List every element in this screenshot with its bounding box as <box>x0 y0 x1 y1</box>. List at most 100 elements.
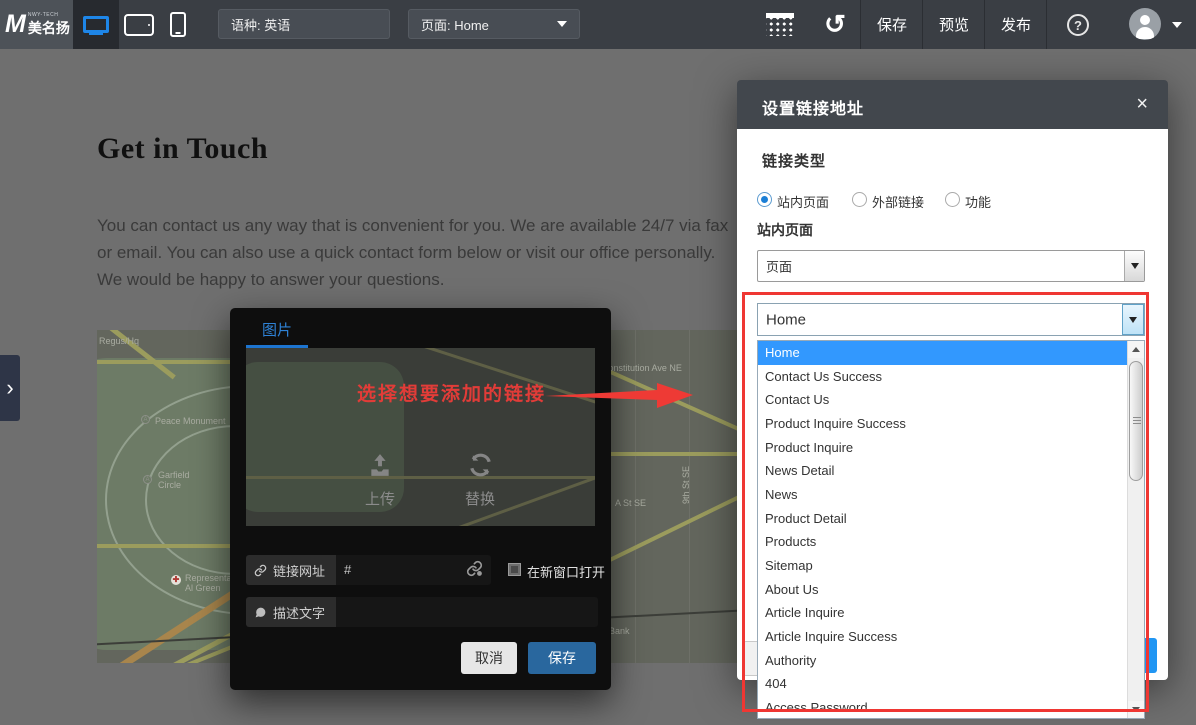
radio-external-link[interactable] <box>852 192 867 207</box>
image-preview: 上传 替换 <box>246 348 595 526</box>
option-item[interactable]: Home <box>758 341 1144 365</box>
option-item[interactable]: Sitemap <box>758 554 1144 578</box>
page-select[interactable]: Home <box>757 303 1145 336</box>
replace-label: 替换 <box>440 488 520 509</box>
link-settings-modal: 设置链接地址 × 链接类型 站内页面 外部链接 功能 站内页面 页面 Home <box>737 80 1168 680</box>
save-button[interactable]: 保存 <box>528 642 596 674</box>
radio-function[interactable] <box>945 192 960 207</box>
scrollbar-thumb[interactable] <box>1129 361 1143 481</box>
page-category-select[interactable]: 页面 <box>757 250 1145 282</box>
description-input[interactable] <box>336 597 598 627</box>
option-item[interactable]: About Us <box>758 578 1144 602</box>
option-item[interactable]: 404 <box>758 672 1144 696</box>
publish-button[interactable]: 发布 <box>986 0 1046 49</box>
modal-title: 设置链接地址 <box>762 95 864 119</box>
triangle-up-icon <box>1132 347 1140 352</box>
map-cross-marker-icon: ✚ <box>171 575 181 585</box>
paragraph-line: You can contact us any way that is conve… <box>97 212 797 239</box>
map-label: Regus/Hq <box>99 336 139 346</box>
option-item[interactable]: News <box>758 483 1144 507</box>
page-heading: Get in Touch <box>97 132 268 166</box>
map-label: Constitution Ave NE <box>602 363 682 373</box>
map-marker-icon: A <box>143 475 152 484</box>
triangle-down-icon <box>1132 707 1140 712</box>
map-label: 9th St SE <box>681 466 691 504</box>
sidebar-expand-button[interactable]: › <box>0 355 20 421</box>
page-selector[interactable]: 页面: Home <box>408 9 580 39</box>
avatar[interactable] <box>1129 8 1161 40</box>
description-label: 描述文字 <box>246 597 336 627</box>
tablet-icon <box>124 14 154 36</box>
scrollbar[interactable] <box>1127 341 1144 718</box>
radio-site-page[interactable] <box>757 192 772 207</box>
option-item[interactable]: Product Inquire <box>758 436 1144 460</box>
option-item[interactable]: Article Inquire Success <box>758 625 1144 649</box>
option-item[interactable]: Products <box>758 530 1144 554</box>
help-icon[interactable]: ? <box>1067 14 1089 36</box>
close-icon[interactable]: × <box>1136 92 1148 116</box>
account-chevron-down-icon[interactable] <box>1172 22 1182 28</box>
option-item[interactable]: Contact Us <box>758 388 1144 412</box>
option-item[interactable]: News Detail <box>758 459 1144 483</box>
scroll-up-button[interactable] <box>1128 341 1144 358</box>
language-selector[interactable]: 语种: 英语 <box>218 9 390 39</box>
upload-button[interactable]: 上传 <box>340 452 420 509</box>
annotation-text: 选择想要添加的链接 <box>357 379 546 406</box>
cancel-button[interactable]: 取消 <box>461 642 517 674</box>
open-new-window-checkbox[interactable] <box>508 563 521 576</box>
radio-external-link-label[interactable]: 外部链接 <box>872 192 924 211</box>
tab-image[interactable]: 图片 <box>262 319 292 340</box>
upload-icon <box>367 452 393 478</box>
option-item[interactable]: Product Detail <box>758 507 1144 531</box>
radio-function-label[interactable]: 功能 <box>965 192 991 211</box>
option-item[interactable]: Article Inquire <box>758 601 1144 625</box>
map-label: A St SE <box>615 498 646 508</box>
preview-map-road <box>246 476 595 479</box>
device-phone-tab[interactable] <box>159 0 197 49</box>
replace-icon <box>467 452 494 478</box>
chevron-down-icon <box>557 21 567 27</box>
toolbar-divider <box>922 0 923 49</box>
select-dropdown-button[interactable] <box>1122 304 1144 335</box>
desktop-icon <box>83 16 109 33</box>
chevron-down-icon <box>1131 263 1139 269</box>
option-item[interactable]: Product Inquire Success <box>758 412 1144 436</box>
scroll-down-button[interactable] <box>1128 701 1144 718</box>
annotation-arrow <box>545 380 695 412</box>
toolbar-divider <box>984 0 985 49</box>
history-icon[interactable]: ↺ <box>818 7 852 41</box>
device-desktop-tab[interactable] <box>73 0 119 49</box>
preview-button[interactable]: 预览 <box>924 0 984 49</box>
option-item[interactable]: Authority <box>758 649 1144 673</box>
save-button[interactable]: 保存 <box>862 0 922 49</box>
paragraph-line: We would be happy to answer your questio… <box>97 266 797 293</box>
page-select-value: Home <box>766 311 806 328</box>
page-category-value: 页面 <box>766 257 792 276</box>
map-marker-icon: A <box>141 415 150 424</box>
page-options-listbox: Home Contact Us Success Contact Us Produ… <box>757 340 1145 719</box>
radio-site-page-label[interactable]: 站内页面 <box>777 192 829 211</box>
set-link-icon[interactable] <box>466 560 483 577</box>
toolbar-divider <box>860 0 861 49</box>
app-logo: M NWY-TECH 美名扬 <box>0 0 73 49</box>
device-tablet-tab[interactable] <box>119 0 159 49</box>
option-item[interactable]: Contact Us Success <box>758 365 1144 389</box>
logo-brand: 美名扬 <box>28 18 70 38</box>
image-editor-dialog: 图片 上传 替换 <box>230 308 611 690</box>
link-icon <box>254 564 267 577</box>
modal-header[interactable]: 设置链接地址 × <box>737 80 1168 129</box>
select-dropdown-button[interactable] <box>1124 251 1144 281</box>
speech-bubble-icon <box>254 606 267 619</box>
modules-grid-icon[interactable] <box>766 13 794 36</box>
replace-button[interactable]: 替换 <box>440 452 520 509</box>
map-label: Garfield Circle <box>158 470 190 490</box>
app-root: M NWY-TECH 美名扬 语种: 英语 页面: Home ↺ 保存 预览 发… <box>0 0 1196 725</box>
upload-label: 上传 <box>340 488 420 509</box>
link-type-label: 链接类型 <box>762 150 826 171</box>
page-selector-label: 页面: Home <box>421 15 489 34</box>
modal-body: 链接类型 站内页面 外部链接 功能 站内页面 页面 Home Home Cont… <box>737 129 1168 680</box>
option-item[interactable]: Access Password <box>758 696 1144 720</box>
site-page-section-label: 站内页面 <box>757 220 813 240</box>
link-url-label: 链接网址 <box>246 555 336 585</box>
chevron-down-icon <box>1129 317 1137 323</box>
